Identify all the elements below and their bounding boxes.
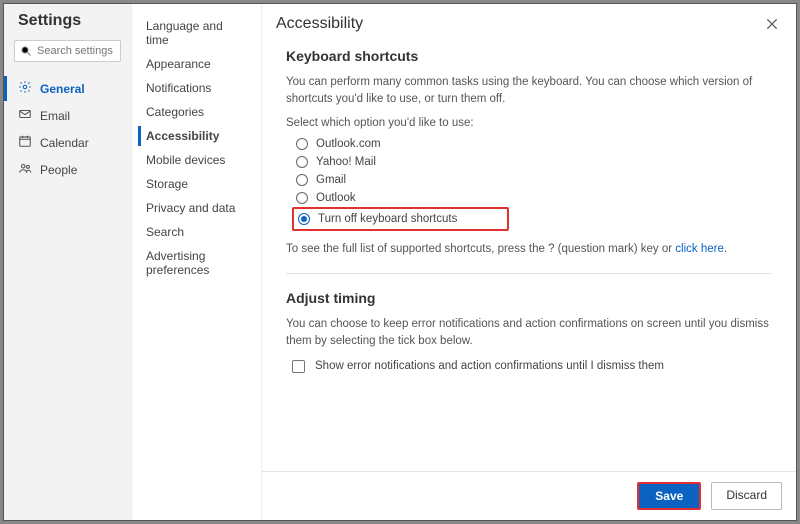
section-title: Keyboard shortcuts [286, 48, 772, 64]
subnav-item-mobile-devices[interactable]: Mobile devices [138, 148, 255, 172]
nav-label: Calendar [40, 136, 89, 150]
nav-label: General [40, 82, 85, 96]
radio-icon [296, 156, 308, 168]
radio-option-outlook-com[interactable]: Outlook.com [292, 135, 772, 153]
subnav-item-categories[interactable]: Categories [138, 100, 255, 124]
help-prefix: To see the full list of supported shortc… [286, 243, 675, 255]
help-suffix: . [724, 243, 727, 255]
radio-label: Outlook.com [316, 138, 381, 150]
radio-label: Yahoo! Mail [316, 156, 376, 168]
nav-label: Email [40, 109, 70, 123]
close-icon [765, 17, 779, 31]
nav-label: People [40, 163, 77, 177]
subnav-item-search[interactable]: Search [138, 220, 255, 244]
radio-icon [298, 213, 310, 225]
subnav-item-accessibility[interactable]: Accessibility [138, 124, 255, 148]
discard-button[interactable]: Discard [711, 482, 782, 510]
radio-option-yahoo-mail[interactable]: Yahoo! Mail [292, 153, 772, 171]
main-panel: Accessibility Keyboard shortcuts You can… [262, 4, 796, 520]
subnav-item-notifications[interactable]: Notifications [138, 76, 255, 100]
settings-sidebar: Settings General Email Calendar People [4, 4, 132, 520]
checkbox-icon [292, 360, 305, 373]
radio-label: Gmail [316, 174, 346, 186]
subnav-item-advertising-preferences[interactable]: Advertising preferences [138, 244, 255, 282]
mail-icon [18, 107, 32, 124]
radio-option-turn-off-keyboard-shortcuts[interactable]: Turn off keyboard shortcuts [292, 207, 509, 231]
radio-list: Outlook.com Yahoo! Mail Gmail Outlook Turn o… [292, 135, 772, 231]
subnav-item-privacy-and-data[interactable]: Privacy and data [138, 196, 255, 220]
people-icon [18, 161, 32, 178]
radio-label: Turn off keyboard shortcuts [318, 213, 457, 225]
subnav-item-appearance[interactable]: Appearance [138, 52, 255, 76]
search-wrap [14, 40, 121, 62]
radio-icon [296, 174, 308, 186]
section-desc: You can perform many common tasks using … [286, 74, 772, 107]
radio-option-outlook[interactable]: Outlook [292, 189, 772, 207]
persist-notifications-checkbox[interactable]: Show error notifications and action conf… [292, 360, 772, 373]
settings-window: Settings General Email Calendar People Lang… [3, 3, 797, 521]
nav-item-people[interactable]: People [14, 157, 121, 182]
adjust-timing-section: Adjust timing You can choose to keep err… [286, 290, 772, 372]
select-label: Select which option you'd like to use: [286, 117, 772, 129]
main-content: Keyboard shortcuts You can perform many … [262, 42, 796, 471]
subnav-item-language-and-time[interactable]: Language and time [138, 14, 255, 52]
radio-option-gmail[interactable]: Gmail [292, 171, 772, 189]
settings-title: Settings [14, 12, 121, 30]
page-title: Accessibility [276, 15, 363, 33]
settings-subnav: Language and timeAppearanceNotifications… [132, 4, 262, 520]
keyboard-shortcuts-section: Keyboard shortcuts You can perform many … [286, 48, 772, 255]
close-button[interactable] [762, 14, 782, 34]
nav-item-email[interactable]: Email [14, 103, 121, 128]
radio-icon [296, 138, 308, 150]
main-header: Accessibility [262, 4, 796, 42]
save-button[interactable]: Save [637, 482, 701, 510]
calendar-icon [18, 134, 32, 151]
radio-label: Outlook [316, 192, 356, 204]
separator [286, 273, 772, 274]
checkbox-label: Show error notifications and action conf… [315, 360, 664, 372]
help-link[interactable]: click here [675, 243, 724, 255]
section-title: Adjust timing [286, 290, 772, 306]
radio-icon [296, 192, 308, 204]
gear-icon [18, 80, 32, 97]
subnav-item-storage[interactable]: Storage [138, 172, 255, 196]
nav-item-general[interactable]: General [14, 76, 121, 101]
section-desc: You can choose to keep error notificatio… [286, 316, 772, 349]
footer: Save Discard [262, 471, 796, 520]
help-line: To see the full list of supported shortc… [286, 243, 772, 255]
nav-item-calendar[interactable]: Calendar [14, 130, 121, 155]
search-icon [20, 45, 32, 57]
settings-nav: General Email Calendar People [14, 76, 121, 182]
